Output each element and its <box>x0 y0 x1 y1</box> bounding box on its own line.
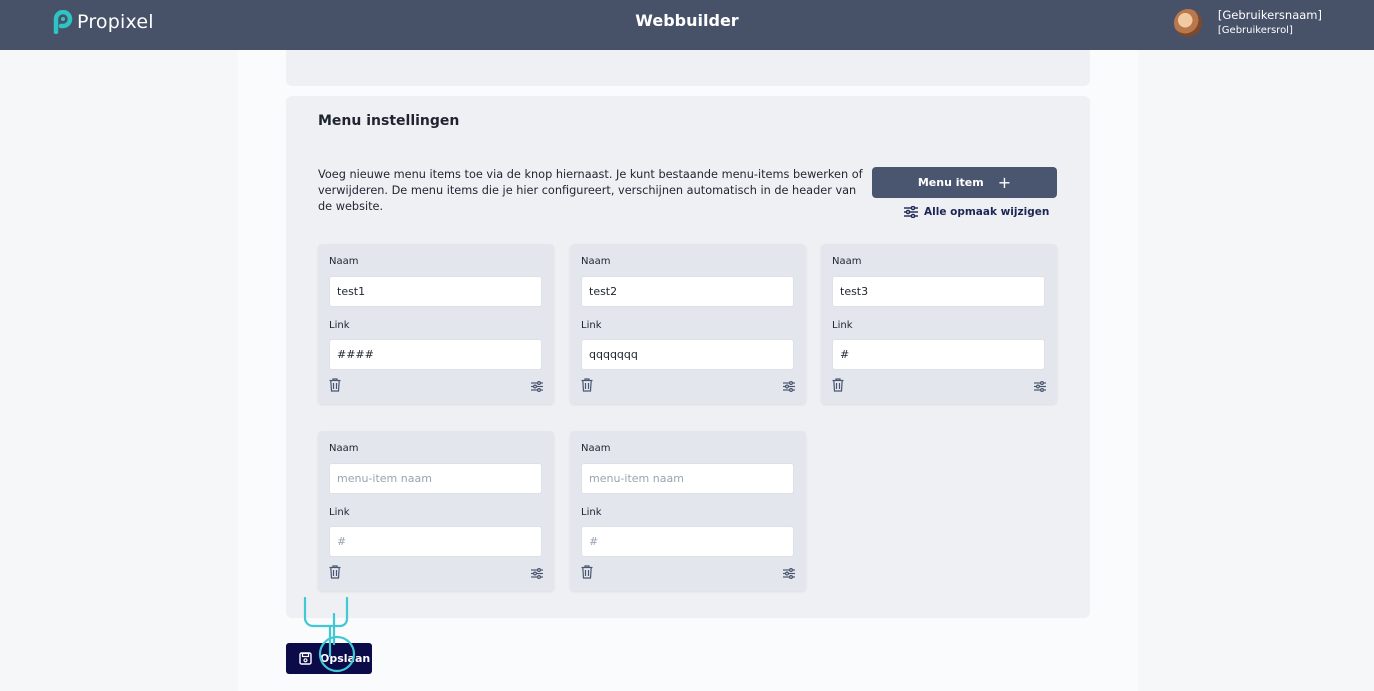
avatar[interactable] <box>1173 9 1202 37</box>
trash-icon[interactable] <box>581 565 593 579</box>
hand-cursor-icon <box>303 596 356 673</box>
menu-item-link-input[interactable] <box>329 526 542 557</box>
name-label: Naam <box>581 256 611 267</box>
app-title: Webbuilder <box>635 11 739 30</box>
menu-item-card: Naam Link <box>821 244 1057 404</box>
link-label: Link <box>329 320 350 331</box>
user-name: [Gebruikersnaam] <box>1217 8 1322 22</box>
panel-title: Menu instellingen <box>318 113 460 129</box>
menu-item-name-input[interactable] <box>329 463 542 494</box>
link-label: Link <box>329 507 350 518</box>
menu-item-card: Naam Link <box>570 244 806 404</box>
menu-item-card: Naam Link <box>318 244 554 404</box>
link-label: Link <box>581 320 602 331</box>
menu-item-card: Naam Link <box>318 431 554 591</box>
menu-item-name-input[interactable] <box>581 276 794 307</box>
trash-icon[interactable] <box>832 378 844 392</box>
menu-item-name-input[interactable] <box>832 276 1045 307</box>
user-menu[interactable]: [Gebruikersnaam] [Gebruikersrol] <box>1173 8 1322 38</box>
menu-item-link-input[interactable] <box>581 339 794 370</box>
edit-all-styles-label: Alle opmaak wijzigen <box>924 206 1050 218</box>
link-label: Link <box>832 320 853 331</box>
menu-item-name-input[interactable] <box>329 276 542 307</box>
sliders-icon[interactable] <box>1034 381 1046 392</box>
name-label: Naam <box>329 443 359 454</box>
trash-icon[interactable] <box>581 378 593 392</box>
menu-item-link-input[interactable] <box>832 339 1045 370</box>
menu-item-name-input[interactable] <box>581 463 794 494</box>
sliders-icon[interactable] <box>783 568 795 579</box>
add-menu-item-label: Menu item <box>917 176 984 189</box>
previous-settings-panel <box>286 50 1090 86</box>
plus-icon: + <box>997 173 1012 192</box>
name-label: Naam <box>832 256 862 267</box>
sliders-icon <box>904 206 918 218</box>
name-label: Naam <box>581 443 611 454</box>
link-label: Link <box>581 507 602 518</box>
edit-all-styles-link[interactable]: Alle opmaak wijzigen <box>904 206 1049 218</box>
menu-item-card: Naam Link <box>570 431 806 591</box>
sliders-icon[interactable] <box>783 381 795 392</box>
trash-icon[interactable] <box>329 378 341 392</box>
sliders-icon[interactable] <box>531 381 543 392</box>
menu-item-link-input[interactable] <box>329 339 542 370</box>
trash-icon[interactable] <box>329 565 341 579</box>
top-navigation-bar: Propixel Webbuilder [Gebruikersnaam] [Ge… <box>0 0 1374 50</box>
sliders-icon[interactable] <box>531 568 543 579</box>
menu-item-link-input[interactable] <box>581 526 794 557</box>
add-menu-item-button[interactable]: Menu item + <box>872 167 1057 198</box>
user-role: [Gebruikersrol] <box>1217 25 1293 36</box>
panel-description: Voeg nieuwe menu items toe via de knop h… <box>318 168 863 213</box>
name-label: Naam <box>329 256 359 267</box>
